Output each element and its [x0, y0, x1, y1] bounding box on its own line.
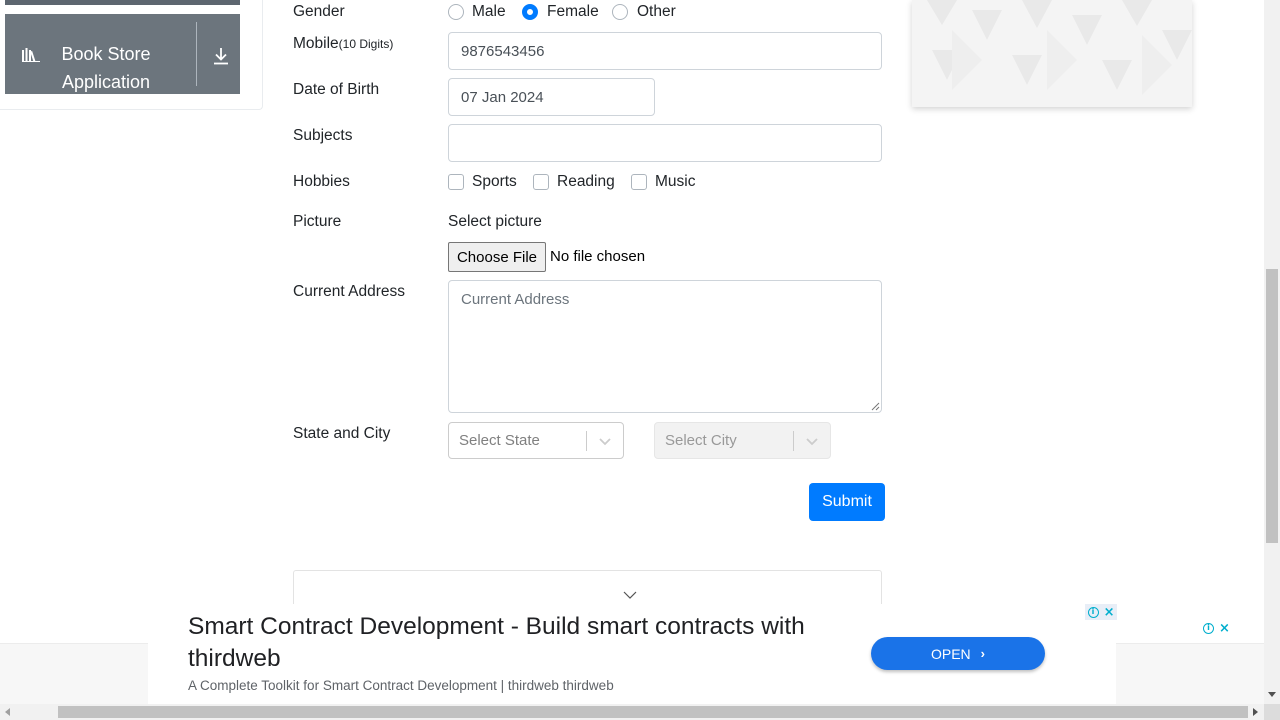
- city-placeholder: Select City: [665, 432, 737, 449]
- close-icon[interactable]: ×: [1104, 606, 1115, 619]
- horizontal-scrollbar-thumb[interactable]: [58, 706, 1248, 718]
- pattern-image: [912, 0, 1192, 107]
- bottom-ad-banner[interactable]: Smart Contract Development - Build smart…: [148, 604, 1117, 704]
- city-select[interactable]: Select City: [654, 422, 831, 459]
- file-status-text: No file chosen: [550, 248, 646, 265]
- scroll-down-arrow-icon[interactable]: [1268, 692, 1276, 697]
- subjects-label: Subjects: [293, 127, 353, 144]
- submit-button[interactable]: Submit: [809, 483, 885, 521]
- mobile-label: Mobile(10 Digits): [293, 35, 393, 53]
- gender-label: Gender: [293, 3, 345, 20]
- address-textarea[interactable]: Current Address: [448, 280, 882, 413]
- adchoices-badge[interactable]: i ×: [1085, 604, 1117, 620]
- divider: [196, 22, 197, 86]
- sidebar-item-previous[interactable]: [5, 0, 240, 5]
- gender-option-label[interactable]: Female: [547, 3, 599, 21]
- gender-radio-male[interactable]: [448, 4, 464, 20]
- gender-option-label[interactable]: Other: [637, 3, 676, 21]
- subjects-input[interactable]: [448, 124, 882, 162]
- mobile-label-text: Mobile: [293, 35, 339, 52]
- choose-file-button[interactable]: Choose File: [448, 242, 546, 272]
- hobby-checkbox-reading[interactable]: [533, 174, 549, 190]
- chevron-right-icon: ›: [980, 646, 986, 661]
- state-city-label: State and City: [293, 425, 391, 442]
- ad-title[interactable]: Smart Contract Development - Build smart…: [188, 611, 848, 675]
- picture-label: Picture: [293, 213, 342, 230]
- dob-input[interactable]: 07 Jan 2024: [448, 78, 655, 116]
- select-separator: [793, 431, 794, 451]
- mobile-hint: (10 Digits): [338, 37, 394, 51]
- state-placeholder: Select State: [459, 432, 540, 449]
- hobby-checkbox-music[interactable]: [631, 174, 647, 190]
- hobby-option-label[interactable]: Reading: [557, 173, 615, 191]
- select-picture-text: Select picture: [448, 213, 542, 230]
- vertical-scrollbar-thumb[interactable]: [1266, 269, 1278, 543]
- hobbies-label: Hobbies: [293, 173, 350, 190]
- info-icon[interactable]: i: [1087, 606, 1099, 618]
- scroll-right-arrow-icon[interactable]: [1253, 708, 1258, 716]
- sidebar-item-book-store[interactable]: Book Store Application: [5, 14, 240, 94]
- download-icon[interactable]: [212, 46, 230, 66]
- info-icon[interactable]: i: [1203, 623, 1214, 634]
- scroll-left-arrow-icon[interactable]: [5, 708, 10, 716]
- chevron-down-icon[interactable]: [623, 590, 637, 600]
- address-label: Current Address: [293, 283, 405, 300]
- state-select[interactable]: Select State: [448, 422, 624, 459]
- close-icon[interactable]: ×: [1219, 622, 1230, 635]
- mobile-input[interactable]: 9876543456: [448, 32, 882, 70]
- ad-open-button[interactable]: OPEN ›: [871, 637, 1045, 670]
- select-separator: [586, 431, 587, 451]
- side-ad-image[interactable]: [912, 0, 1192, 107]
- scrollbar-corner: [1264, 704, 1280, 720]
- ad-open-label: OPEN: [930, 645, 971, 662]
- dob-label: Date of Birth: [293, 81, 380, 98]
- resize-handle-icon[interactable]: [871, 402, 880, 411]
- sidebar-item-label: Book Store Application: [61, 44, 151, 92]
- chevron-down-icon[interactable]: [598, 434, 612, 448]
- hobby-option-label[interactable]: Music: [655, 173, 695, 191]
- chevron-down-icon[interactable]: [805, 434, 819, 448]
- ad-controls: i ×: [1203, 622, 1230, 635]
- hobby-checkbox-sports[interactable]: [448, 174, 464, 190]
- gender-radio-female[interactable]: [522, 4, 538, 20]
- ad-subtitle[interactable]: A Complete Toolkit for Smart Contract De…: [188, 678, 614, 693]
- gender-radio-other[interactable]: [612, 4, 628, 20]
- gender-option-label[interactable]: Male: [472, 3, 506, 21]
- hobby-option-label[interactable]: Sports: [472, 173, 517, 191]
